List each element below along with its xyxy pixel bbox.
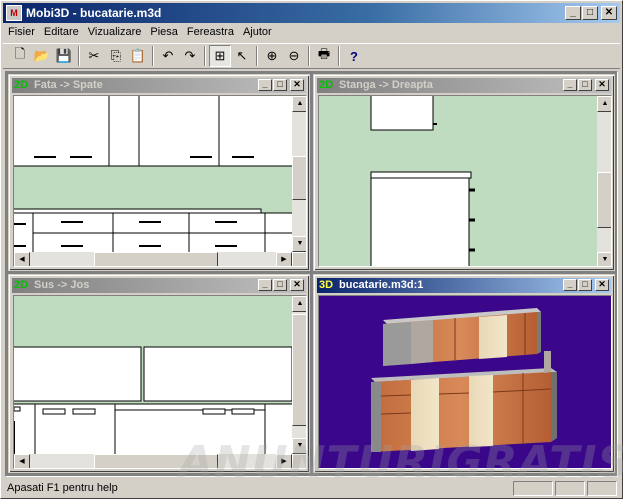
horizontal-scrollbar[interactable]: ◀ ▶ — [14, 252, 292, 266]
menu-fisier[interactable]: Fisier — [3, 24, 39, 42]
maximize-button[interactable]: □ — [273, 79, 287, 91]
title-bar[interactable]: M Mobi3D - bucatarie.m3d _ □ ✕ — [3, 3, 620, 23]
top-view-title: Sus -> Jos — [34, 279, 90, 291]
minimize-button[interactable]: _ — [563, 279, 577, 291]
minimize-button[interactable]: _ — [563, 79, 577, 91]
perspective-view-canvas[interactable] — [318, 295, 612, 469]
status-panel — [513, 481, 553, 496]
side-elevation-drawing — [319, 96, 597, 266]
menu-ajutor[interactable]: Ajutor — [238, 24, 276, 42]
help-icon[interactable]: ? — [343, 45, 365, 67]
minimize-button[interactable]: _ — [258, 79, 272, 91]
side-view-titlebar[interactable]: 2D Stanga -> Dreapta _ □ ✕ — [317, 78, 611, 93]
side-view-title: Stanga -> Dreapta — [339, 79, 433, 91]
menu-vizualizare[interactable]: Vizualizare — [83, 24, 146, 42]
app-window: M Mobi3D - bucatarie.m3d _ □ ✕ Fisier Ed… — [0, 0, 623, 499]
scroll-thumb[interactable] — [292, 156, 306, 200]
front-elevation-drawing — [14, 96, 292, 252]
scroll-right-arrow-icon[interactable]: ▶ — [276, 252, 292, 266]
perspective-view-window[interactable]: 3D bucatarie.m3d:1 _ □ ✕ — [313, 274, 615, 473]
scroll-thumb[interactable] — [94, 252, 218, 266]
close-button[interactable]: ✕ — [601, 6, 617, 20]
maximize-button[interactable]: □ — [273, 279, 287, 291]
toolbar-separator — [256, 46, 258, 66]
toolbar-separator — [152, 46, 154, 66]
maximize-button[interactable]: □ — [582, 6, 598, 20]
view-2d-tag: 2D — [319, 79, 334, 91]
scroll-down-arrow-icon[interactable]: ▼ — [292, 438, 306, 454]
redo-icon[interactable]: ↷ — [179, 45, 201, 67]
app-icon[interactable]: M — [6, 5, 22, 21]
front-view-titlebar[interactable]: 2D Fata -> Spate _ □ ✕ — [12, 78, 306, 93]
menu-bar: Fisier Editare Vizualizare Piesa Fereast… — [3, 24, 620, 42]
scroll-corner — [292, 252, 306, 266]
mdi-workspace: 2D Fata -> Spate _ □ ✕ ▲ ▼ ◀ ▶ 2D Stanga… — [5, 71, 618, 477]
front-view-canvas[interactable]: ▲ ▼ ◀ ▶ — [13, 95, 307, 267]
top-view-titlebar[interactable]: 2D Sus -> Jos _ □ ✕ — [12, 278, 306, 293]
horizontal-scrollbar[interactable]: ◀ ▶ — [14, 454, 292, 468]
toolbar-separator — [338, 46, 340, 66]
close-button[interactable]: ✕ — [595, 279, 609, 291]
toolbar-separator — [308, 46, 310, 66]
toolbar-separator — [204, 46, 206, 66]
copy-icon[interactable]: ⎘ — [105, 45, 127, 67]
paste-icon[interactable]: 📋 — [127, 45, 149, 67]
vertical-scrollbar[interactable]: ▲ ▼ — [597, 96, 611, 266]
print-icon[interactable]: 🖶 — [313, 45, 335, 67]
top-view-window[interactable]: 2D Sus -> Jos _ □ ✕ ▲ ▼ ◀ ▶ — [8, 274, 310, 473]
view-2d-tag: 2D — [14, 279, 29, 291]
scroll-up-arrow-icon[interactable]: ▲ — [597, 96, 611, 112]
status-panel — [587, 481, 617, 496]
maximize-button[interactable]: □ — [578, 279, 592, 291]
scroll-thumb[interactable] — [597, 172, 611, 228]
view-2d-tag: 2D — [14, 79, 29, 91]
minimize-button[interactable]: _ — [258, 279, 272, 291]
scroll-left-arrow-icon[interactable]: ◀ — [14, 252, 30, 266]
window-title: Mobi3D - bucatarie.m3d — [26, 6, 162, 20]
top-view-canvas[interactable]: ▲ ▼ ◀ ▶ — [13, 295, 307, 469]
maximize-button[interactable]: □ — [578, 79, 592, 91]
zoom-in-icon[interactable]: ⊕ — [261, 45, 283, 67]
scroll-thumb[interactable] — [292, 314, 306, 426]
scroll-down-arrow-icon[interactable]: ▼ — [597, 252, 611, 266]
menu-piesa[interactable]: Piesa — [145, 24, 182, 42]
menu-fereastra[interactable]: Fereastra — [182, 24, 238, 42]
scroll-thumb[interactable] — [94, 454, 218, 468]
close-button[interactable]: ✕ — [290, 79, 304, 91]
zoom-out-icon[interactable]: ⊖ — [283, 45, 305, 67]
scroll-corner — [292, 454, 306, 468]
toolbar-separator — [78, 46, 80, 66]
view-3d-tag: 3D — [319, 279, 334, 291]
close-button[interactable]: ✕ — [595, 79, 609, 91]
add-piece-icon[interactable]: ⊞ — [209, 45, 231, 67]
vertical-scrollbar[interactable]: ▲ ▼ — [292, 296, 306, 454]
front-view-title: Fata -> Spate — [34, 79, 103, 91]
scroll-left-arrow-icon[interactable]: ◀ — [14, 454, 30, 468]
save-icon[interactable]: 💾 — [53, 45, 75, 67]
menu-editare[interactable]: Editare — [39, 24, 83, 42]
undo-icon[interactable]: ↶ — [157, 45, 179, 67]
scroll-right-arrow-icon[interactable]: ▶ — [276, 454, 292, 468]
minimize-button[interactable]: _ — [565, 6, 581, 20]
scroll-up-arrow-icon[interactable]: ▲ — [292, 96, 306, 112]
front-view-window[interactable]: 2D Fata -> Spate _ □ ✕ ▲ ▼ ◀ ▶ — [8, 74, 310, 271]
status-bar: Apasati F1 pentru help — [3, 479, 620, 497]
top-plan-drawing — [14, 296, 292, 454]
perspective-view-title: bucatarie.m3d:1 — [339, 279, 424, 291]
toolbar: 🗋 📂 💾 ✂ ⎘ 📋 ↶ ↷ ⊞ ↖ ⊕ ⊖ 🖶 ? — [3, 43, 620, 69]
perspective-view-titlebar[interactable]: 3D bucatarie.m3d:1 _ □ ✕ — [317, 278, 611, 293]
close-button[interactable]: ✕ — [290, 279, 304, 291]
status-text: Apasati F1 pentru help — [7, 482, 118, 494]
scroll-up-arrow-icon[interactable]: ▲ — [292, 296, 306, 312]
status-panel — [555, 481, 585, 496]
new-document-icon[interactable]: 🗋 — [9, 45, 31, 67]
kitchen-3d-render — [319, 296, 611, 468]
side-view-window[interactable]: 2D Stanga -> Dreapta _ □ ✕ ▲ ▼ — [313, 74, 615, 271]
side-view-canvas[interactable]: ▲ ▼ — [318, 95, 612, 267]
scroll-down-arrow-icon[interactable]: ▼ — [292, 236, 306, 252]
select-pointer-icon[interactable]: ↖ — [231, 45, 253, 67]
vertical-scrollbar[interactable]: ▲ ▼ — [292, 96, 306, 252]
cut-icon[interactable]: ✂ — [83, 45, 105, 67]
open-folder-icon[interactable]: 📂 — [31, 45, 53, 67]
